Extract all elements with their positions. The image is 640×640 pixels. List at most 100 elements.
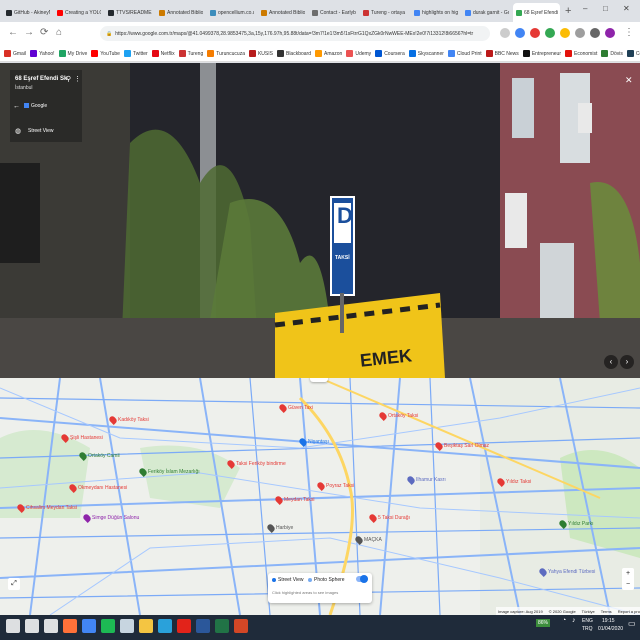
more-options-icon[interactable]: ⋮	[74, 75, 81, 83]
bookmark-item[interactable]: Blackboard	[276, 50, 311, 57]
tab[interactable]: Contact - Earlybird×	[309, 3, 356, 22]
map-place[interactable]: Taksi Feriköy bindirme	[226, 459, 286, 469]
start-icon[interactable]	[6, 619, 20, 633]
tab[interactable]: highlights on high×	[411, 3, 458, 22]
close-window-button[interactable]: ✕	[623, 4, 630, 13]
bookmark-item[interactable]: YouTube	[91, 50, 120, 57]
bookmark-item[interactable]: BBC News	[485, 50, 519, 57]
telegram-icon[interactable]	[158, 619, 172, 633]
tab-active[interactable]: 68 Eşref Efendi S×	[513, 3, 560, 22]
back-arrow-icon[interactable]: ←	[13, 103, 20, 110]
tab[interactable]: Creating a YOLOv×	[54, 3, 101, 22]
back-icon[interactable]: ←	[8, 27, 18, 38]
search-icon[interactable]	[25, 619, 39, 633]
close-street-view-button[interactable]: ✕	[625, 75, 633, 86]
street-view-pane[interactable]: D TAKSİ EMEK ‹ › ✕	[0, 63, 640, 378]
bookmark-item[interactable]: Coursera	[375, 50, 405, 57]
map-pin-icon[interactable]	[434, 441, 444, 451]
tab[interactable]: GitHub - AkineyN×	[3, 3, 50, 22]
bookmark-item[interactable]: Codecademy	[626, 50, 640, 57]
bookmark-item[interactable]: Skyscanner	[408, 50, 444, 57]
task-view-icon[interactable]	[44, 619, 58, 633]
steam-icon[interactable]	[120, 619, 134, 633]
attribution-item[interactable]: Report a problem	[618, 609, 640, 614]
map-place[interactable]: Feriköy İslam Mezarlığı	[138, 467, 200, 477]
map-pin-icon[interactable]	[278, 403, 288, 413]
map-pin-icon[interactable]	[138, 467, 148, 477]
extension-icon[interactable]	[545, 28, 555, 38]
map-place[interactable]: Beşiktaş Sarl Olmaz	[434, 441, 489, 451]
map-pin-icon[interactable]	[354, 535, 364, 545]
map-pin-icon[interactable]	[298, 437, 308, 447]
photo-sphere-toggle[interactable]	[356, 575, 368, 583]
extension-icon[interactable]	[590, 28, 600, 38]
map-place[interactable]: Meydan Taksi	[274, 495, 314, 505]
rotate-right-button[interactable]: ›	[620, 355, 634, 369]
bookmark-item[interactable]: Dövis	[601, 50, 623, 57]
map-place[interactable]: Okmeydanı Hastanesi	[68, 483, 127, 493]
map-place[interactable]: Cihsalim Meydan Taksi	[16, 503, 77, 513]
bookmark-item[interactable]: My Drive	[58, 50, 87, 57]
explorer-icon[interactable]	[139, 619, 153, 633]
map-pin-icon[interactable]	[406, 475, 416, 485]
clock-time[interactable]: 19:15	[602, 618, 615, 624]
map-pin-icon[interactable]	[368, 513, 378, 523]
map-pin-icon[interactable]	[78, 451, 88, 461]
map-place[interactable]: Şişli Hastanesi	[60, 433, 103, 443]
bookmark-item[interactable]: Entrepreneur	[522, 50, 561, 57]
map-place[interactable]: Ortaköy Camii	[78, 451, 120, 461]
map-place[interactable]: Poyraz Taksi	[316, 481, 354, 491]
map-pin-icon[interactable]	[378, 411, 388, 421]
clock-date[interactable]: 01/04/2020	[598, 626, 623, 632]
map-place[interactable]: Ortaköy Taksi	[378, 411, 418, 421]
bookmark-item[interactable]: Amazon	[315, 50, 342, 57]
wifi-icon[interactable]: ◔	[562, 617, 566, 624]
tab[interactable]: Annotated Biblio×	[258, 3, 305, 22]
tab[interactable]: Tureng - ortaya×	[360, 3, 407, 22]
tab[interactable]: Annotated Biblio×	[156, 3, 203, 22]
bookmark-item[interactable]: Economist	[565, 50, 597, 57]
zoom-controls[interactable]: + −	[622, 568, 634, 590]
new-tab-button[interactable]: +	[565, 5, 571, 17]
language-indicator[interactable]: ENG	[582, 618, 593, 624]
profile-avatar[interactable]	[605, 28, 615, 38]
bookmark-item[interactable]: Yahoo!	[30, 50, 55, 57]
powerpoint-icon[interactable]	[234, 619, 248, 633]
bookmark-item[interactable]: Gmail	[4, 50, 26, 57]
map-pin-icon[interactable]	[60, 433, 70, 443]
address-bar[interactable]: 🔒 https://www.google.com.tr/maps/@41.049…	[100, 26, 490, 41]
notification-icon[interactable]: ▭	[628, 619, 636, 628]
acrobat-icon[interactable]	[177, 619, 191, 633]
excel-icon[interactable]	[215, 619, 229, 633]
extension-icon[interactable]	[575, 28, 585, 38]
map-place[interactable]: Kadıköy Taksi	[108, 415, 149, 425]
minimize-button[interactable]: –	[583, 4, 587, 13]
map-pin-icon[interactable]	[316, 481, 326, 491]
map-pin-icon[interactable]	[68, 483, 78, 493]
bookmark-item[interactable]: Udemy	[346, 50, 371, 57]
map-place[interactable]: Yıldız Parkı	[558, 519, 594, 529]
tab[interactable]: durak garnit - Go×	[462, 3, 509, 22]
street-view-mode-label[interactable]: Street View	[28, 128, 53, 134]
extension-icon[interactable]	[560, 28, 570, 38]
map-place[interactable]: Güven Taxi	[278, 403, 313, 413]
map-place[interactable]: Simge Düğün Salonu	[82, 513, 139, 523]
expand-icon[interactable]: ⤢	[8, 578, 20, 590]
bookmark-item[interactable]: Twitter	[123, 50, 148, 57]
map-pin-icon[interactable]	[538, 567, 548, 577]
maximize-button[interactable]: □	[603, 4, 608, 13]
map-place[interactable]: Yahya Efendi Türbesi	[538, 567, 595, 577]
bookmark-item[interactable]: Turuncucuza	[207, 50, 245, 57]
map-pin-icon[interactable]	[558, 519, 568, 529]
tab[interactable]: TTVS/README.md×	[105, 3, 152, 22]
star-icon[interactable]	[500, 28, 510, 38]
spotify-icon[interactable]	[101, 619, 115, 633]
map-place[interactable]: Ilhamur Kasrı	[406, 475, 446, 485]
map-pin-icon[interactable]	[274, 495, 284, 505]
location-pin-icon[interactable]: ⚲	[66, 75, 71, 83]
street-view-layer-panel[interactable]: Street View Photo Sphere Click highlight…	[268, 573, 372, 603]
volume-icon[interactable]: ♪	[572, 617, 576, 624]
tab[interactable]: opencellium.co.uk×	[207, 3, 254, 22]
home-icon[interactable]: ⌂	[56, 27, 62, 38]
word-icon[interactable]	[196, 619, 210, 633]
